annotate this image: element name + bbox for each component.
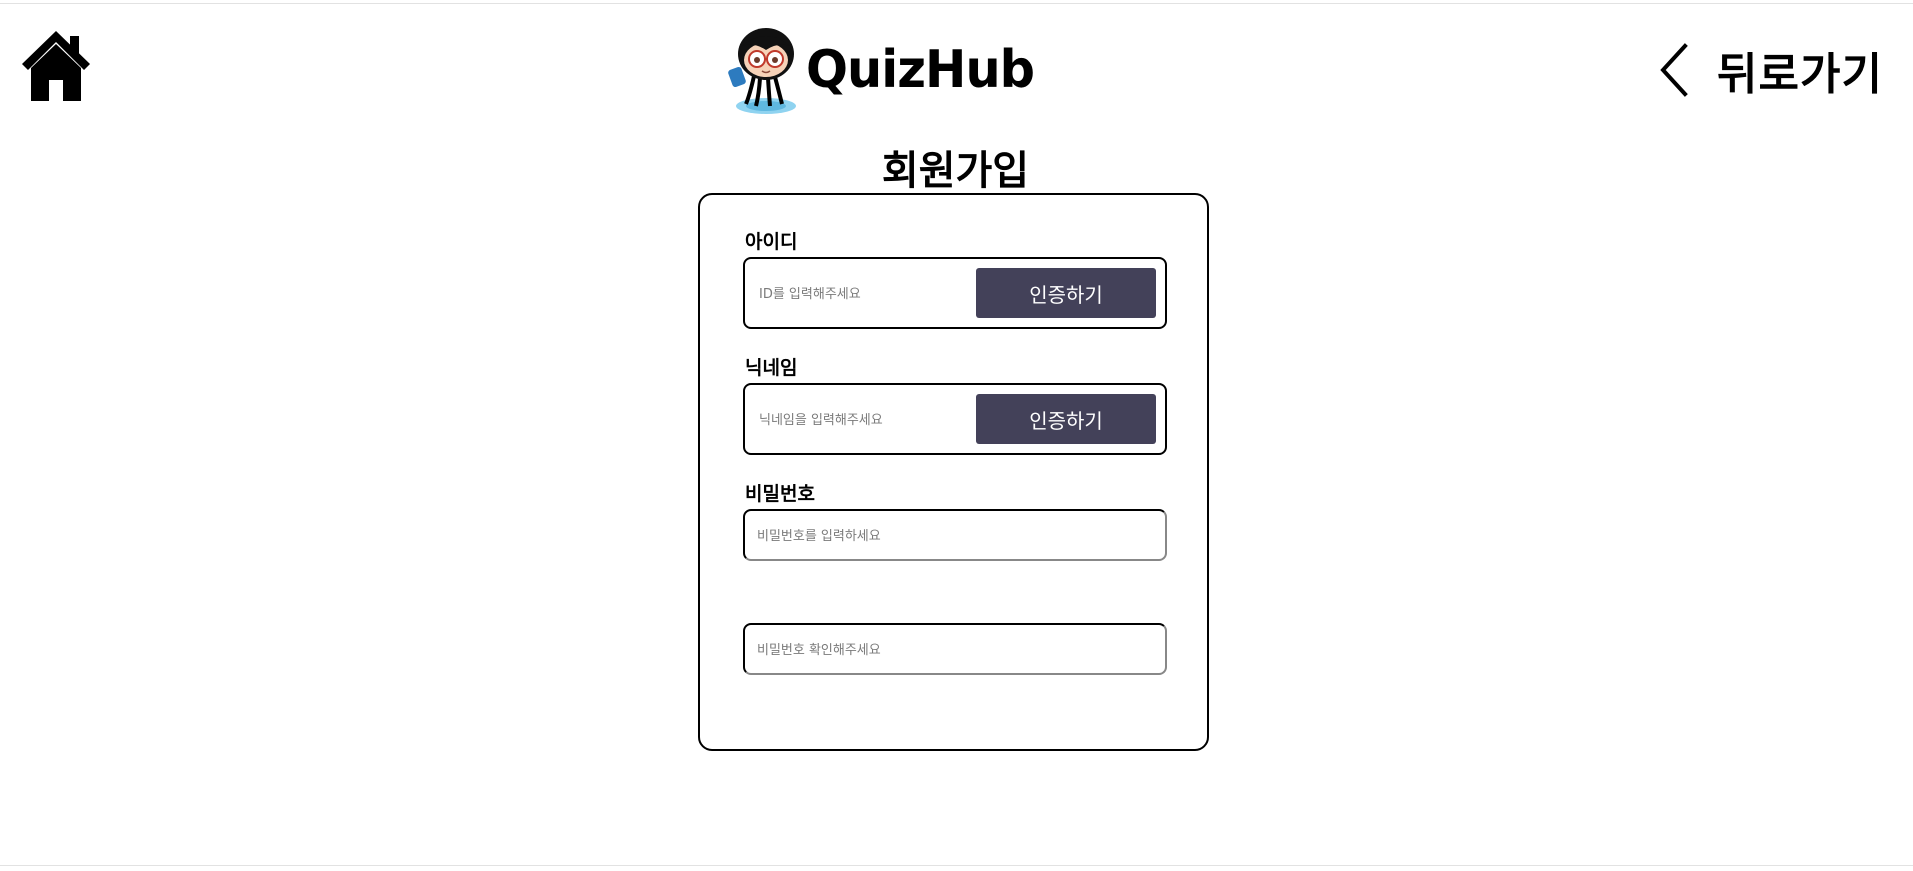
nickname-verify-button[interactable]: 인증하기	[976, 394, 1156, 444]
password-confirm-field-group	[743, 623, 1167, 675]
nickname-label: 닉네임	[745, 357, 798, 379]
nickname-input[interactable]	[757, 385, 971, 455]
home-button[interactable]	[20, 28, 92, 104]
id-verify-button[interactable]: 인증하기	[976, 268, 1156, 318]
id-field-group: 인증하기	[743, 257, 1167, 329]
chevron-left-icon	[1660, 43, 1688, 97]
bottom-divider	[0, 865, 1913, 866]
nickname-field-group: 인증하기	[743, 383, 1167, 455]
id-input[interactable]	[757, 259, 971, 329]
page-title: 회원가입	[0, 138, 1913, 196]
top-divider	[0, 3, 1913, 4]
logo-text: QuizHub	[806, 40, 1035, 100]
password-confirm-input[interactable]	[755, 625, 1159, 675]
home-icon	[22, 31, 90, 101]
password-input[interactable]	[755, 511, 1159, 561]
quizhub-logo[interactable]: QuizHub	[728, 24, 1035, 116]
password-field-group	[743, 509, 1167, 561]
octopus-mascot-logo	[728, 28, 796, 114]
password-label: 비밀번호	[745, 483, 815, 505]
id-label: 아이디	[745, 231, 798, 253]
back-button[interactable]: 뒤로가기	[1655, 40, 1883, 100]
page-title-text: 회원가입	[881, 148, 1030, 194]
signup-form: 아이디 인증하기 닉네임 인증하기 비밀번호	[698, 193, 1209, 751]
signup-page: QuizHub 뒤로가기 회원가입 아이디 인증하기 닉네임 인증하기 비밀번호	[0, 0, 1913, 871]
back-label: 뒤로가기	[1717, 49, 1883, 100]
